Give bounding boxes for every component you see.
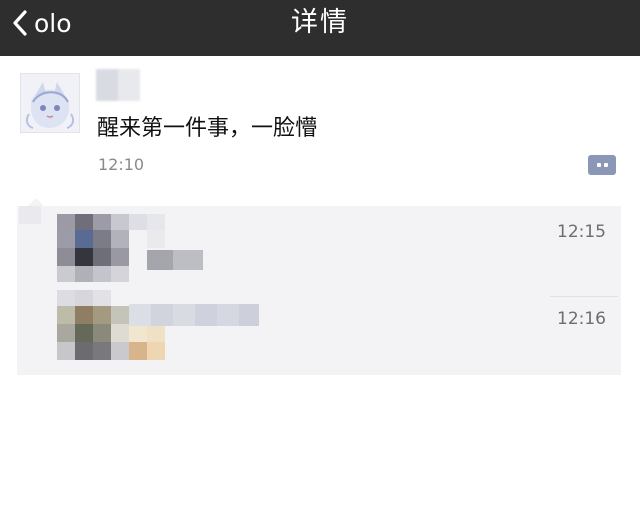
- comments-caret: [28, 198, 44, 206]
- comment-dot-left: [597, 163, 601, 167]
- post-time: 12:10: [98, 155, 145, 174]
- username-blurred[interactable]: [96, 69, 140, 101]
- comment-time: 12:15: [557, 222, 606, 242]
- post-text: 醒来第一件事，一脸懵: [97, 116, 318, 141]
- comments-panel: 12:15 12:16: [17, 206, 621, 375]
- comment-icon[interactable]: [588, 155, 616, 175]
- comment-dot-right: [604, 163, 608, 167]
- avatar[interactable]: [20, 73, 80, 133]
- page-title: 详情: [291, 7, 349, 38]
- nav-bar: olo 详情: [0, 0, 640, 56]
- comment-time: 12:16: [557, 309, 606, 329]
- comment-divider: [550, 296, 618, 297]
